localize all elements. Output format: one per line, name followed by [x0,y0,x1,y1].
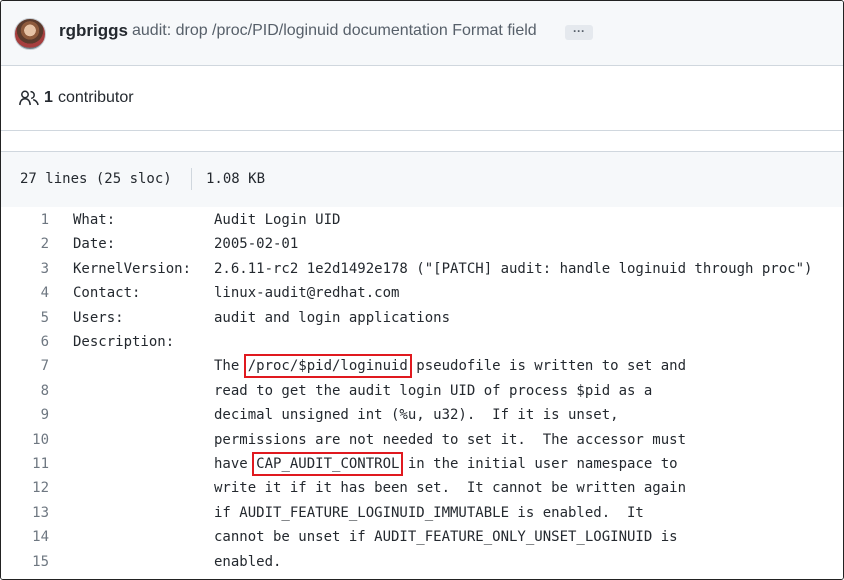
line-number[interactable]: 6 [1,330,49,354]
code-field-key: Date: [73,236,116,253]
code-field-value: have CAP_AUDIT_CONTROL in the initial us… [214,452,678,476]
code-line: 11 have CAP_AUDIT_CONTROL in the initial … [1,452,843,476]
code-line: 14 cannot be unset if AUDIT_FEATURE_ONLY_… [1,525,843,549]
line-number[interactable]: 8 [1,379,49,403]
code-field-value: if AUDIT_FEATURE_LOGINUID_IMMUTABLE is e… [214,504,644,521]
line-number[interactable]: 5 [1,306,49,330]
code-field-value: audit and login applications [214,309,451,326]
code-field-value: permissions are not needed to set it. Th… [214,431,687,448]
code-field-key: Users: [73,309,124,326]
code-field-value: linux-audit@redhat.com [214,285,400,302]
code-field-value: enabled. [214,553,282,570]
code-line: 8 read to get the audit login UID of proc… [1,379,843,403]
code-line: 13 if AUDIT_FEATURE_LOGINUID_IMMUTABLE is… [1,501,843,525]
spacer [1,131,843,151]
line-number[interactable]: 11 [1,452,49,476]
code-line: 12 write it if it has been set. It cannot… [1,476,843,500]
code-field-key: KernelVersion: [73,260,192,277]
line-number[interactable]: 1 [1,208,49,232]
code-line: 5 Users: audit and login applications [1,306,843,330]
code-field-value: read to get the audit login UID of proce… [214,382,653,399]
contributor-label[interactable]: contributor [58,89,134,107]
commit-author-link[interactable]: rgbriggs [59,21,128,41]
expand-commit-button[interactable]: ··· [565,25,593,40]
line-number[interactable]: 15 [1,550,49,574]
file-size: 1.08 KB [206,171,266,187]
line-number[interactable]: 3 [1,257,49,281]
code-line: 1 What: Audit Login UID [1,208,843,232]
contributor-count[interactable]: 1 [44,89,53,107]
code-field-value: Audit Login UID [214,212,341,228]
code-line: 4 Contact: linux-audit@redhat.com [1,281,843,305]
code-line: 7 The /proc/$pid/loginuid pseudofile is w… [1,354,843,379]
code-field-value: decimal unsigned int (%u, u32). If it is… [214,407,619,424]
highlighted-term: /proc/$pid/loginuid [243,354,412,379]
code-field-value: cannot be unset if AUDIT_FEATURE_ONLY_UN… [214,529,678,546]
file-view-panel: rgbriggs audit: drop /proc/PID/loginuid … [0,0,844,580]
line-number[interactable]: 13 [1,501,49,525]
file-line-count: 27 lines (25 sloc) [20,171,172,187]
code-line: 10 permissions are not needed to set it. … [1,428,843,452]
code-field-key: Contact: [73,285,141,302]
commit-message-link[interactable]: audit: drop /proc/PID/loginuid documenta… [132,22,537,40]
code-field-value: 2005-02-01 [214,236,299,253]
line-number[interactable]: 4 [1,281,49,305]
code-field-value: The /proc/$pid/loginuid pseudofile is wr… [214,354,687,379]
code-line: 9 decimal unsigned int (%u, u32). If it i… [1,403,843,427]
line-number[interactable]: 10 [1,428,49,452]
line-number[interactable]: 14 [1,525,49,549]
line-number[interactable]: 9 [1,403,49,427]
code-view: 1 What: Audit Login UID 2 Date: 2005-02-01 3 Ke… [1,207,843,579]
line-number[interactable]: 12 [1,476,49,500]
highlighted-term: CAP_AUDIT_CONTROL [252,452,404,476]
people-icon [19,90,39,106]
code-line: 3 KernelVersion: 2.6.11-rc2 1e2d1492e178 (… [1,257,843,281]
code-field-key: Description: [73,334,175,350]
latest-commit-bar: rgbriggs audit: drop /proc/PID/loginuid … [1,1,843,66]
file-info-divider [191,168,192,190]
code-field-value: write it if it has been set. It cannot b… [214,480,687,497]
avatar[interactable] [14,18,46,50]
code-line: 2 Date: 2005-02-01 [1,232,843,256]
line-number[interactable]: 7 [1,354,49,378]
line-number[interactable]: 2 [1,232,49,256]
code-field-value: 2.6.11-rc2 1e2d1492e178 ("[PATCH] audit:… [214,260,813,277]
code-line: 15 enabled. [1,550,843,574]
code-field-key: What: [73,212,116,228]
code-line: 6 Description: [1,330,843,354]
